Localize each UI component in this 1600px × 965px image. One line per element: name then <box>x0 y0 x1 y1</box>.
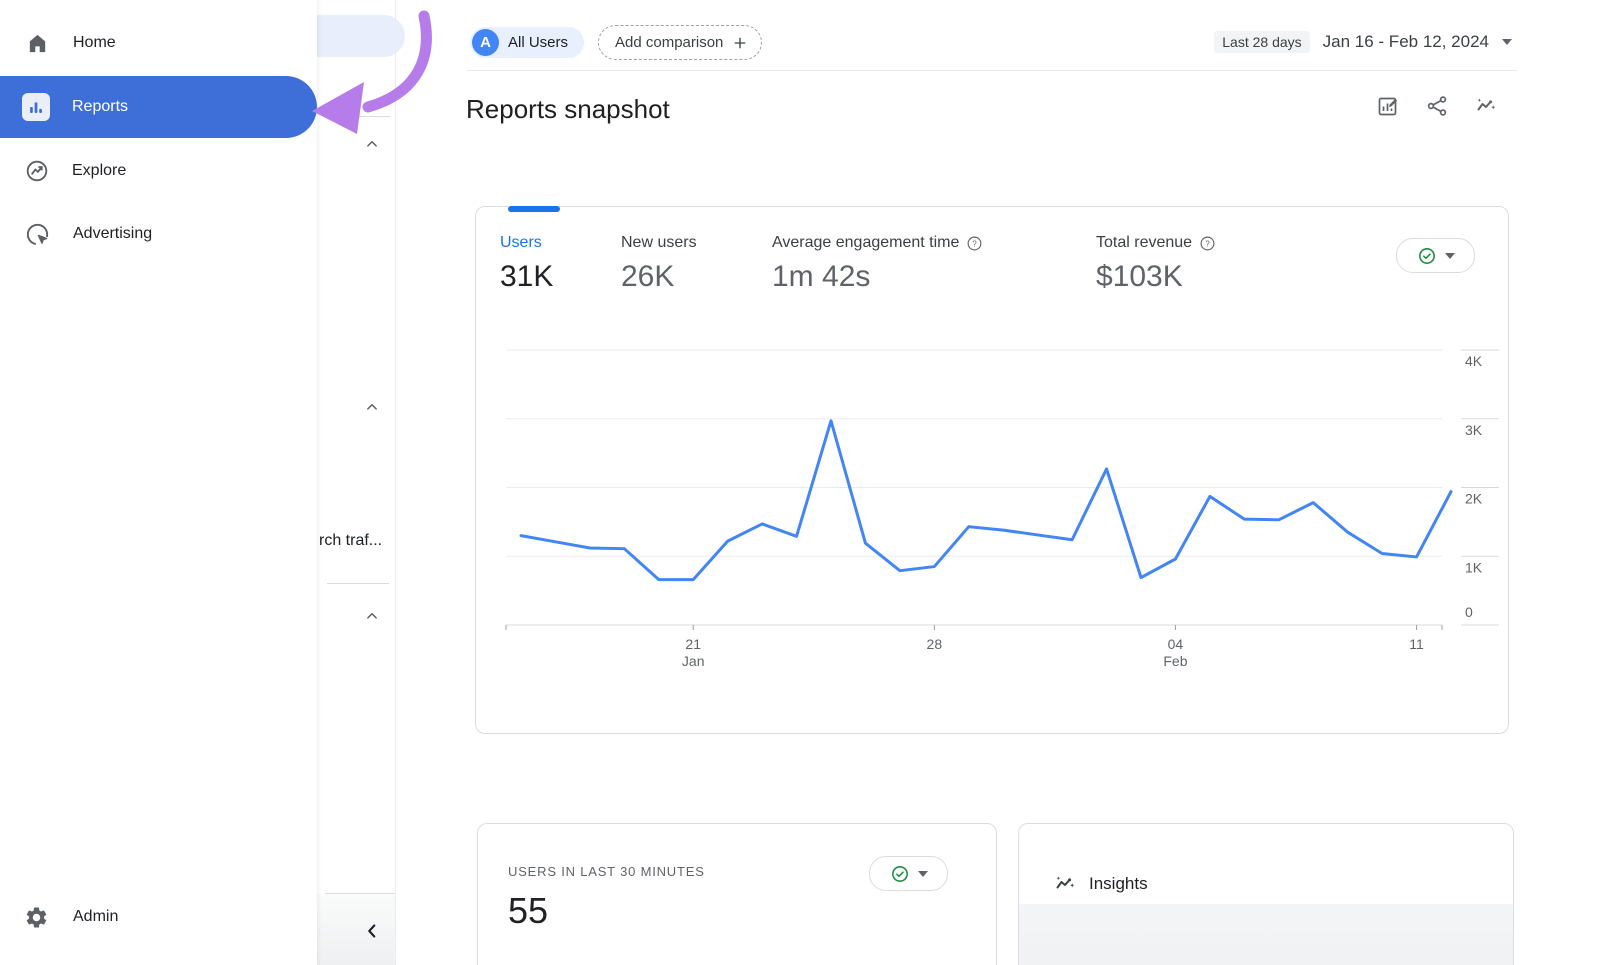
check-circle-icon <box>890 864 910 884</box>
insights-card: Insights <box>1018 823 1514 965</box>
divider <box>325 893 395 894</box>
customize-report-icon[interactable] <box>1376 94 1400 118</box>
truncated-nav-item[interactable]: rch traf... <box>319 532 382 550</box>
users-line-chart: 4K 3K 2K 1K 0 21Jan 28 04Feb 11 <box>497 333 1507 668</box>
sidebar-item-home[interactable]: Home <box>0 22 317 64</box>
strip-footer-area <box>317 894 395 965</box>
realtime-card: USERS IN LAST 30 MINUTES 55 <box>477 823 997 965</box>
overview-card: Users 31K New users 26K Average engageme… <box>475 206 1509 734</box>
metric-label: Users <box>500 234 542 252</box>
data-quality-dropdown[interactable] <box>1396 238 1475 273</box>
svg-text:04: 04 <box>1168 636 1184 652</box>
svg-text:Jan: Jan <box>682 653 705 668</box>
sidebar-item-reports[interactable]: Reports <box>0 76 317 138</box>
advertising-icon <box>24 221 51 248</box>
metric-tab-new-users[interactable]: New users 26K <box>621 234 697 294</box>
chevron-up-icon[interactable] <box>363 607 381 625</box>
audience-chip[interactable]: A All Users <box>470 27 584 58</box>
avatar: A <box>472 29 499 56</box>
report-nav-collapsed-strip: rch traf... <box>317 0 396 965</box>
sidebar-item-label: Admin <box>73 908 118 926</box>
svg-text:1K: 1K <box>1465 559 1483 575</box>
realtime-value: 55 <box>508 890 548 932</box>
date-preset-badge: Last 28 days <box>1214 31 1309 53</box>
share-icon[interactable] <box>1425 94 1449 118</box>
help-icon[interactable]: ? <box>966 235 983 252</box>
left-navigation: Home Reports Explore <box>0 0 317 965</box>
sidebar-item-label: Advertising <box>73 225 152 243</box>
selected-metric-indicator <box>508 206 560 212</box>
insights-title: Insights <box>1089 874 1148 894</box>
caret-down-icon <box>918 871 928 877</box>
divider <box>339 116 390 117</box>
date-range-label: Jan 16 - Feb 12, 2024 <box>1323 32 1489 52</box>
ga4-reports-page: A All Users Add comparison Last 28 days … <box>0 0 1600 965</box>
check-circle-icon <box>1417 246 1437 266</box>
metric-value: 31K <box>500 260 553 294</box>
sidebar-item-label: Explore <box>72 162 126 180</box>
date-range-selector[interactable]: Last 28 days Jan 16 - Feb 12, 2024 <box>1214 28 1512 56</box>
explore-icon <box>24 158 50 184</box>
report-actions <box>1376 94 1498 118</box>
main-content: A All Users Add comparison Last 28 days … <box>395 0 1600 965</box>
svg-text:?: ? <box>973 239 978 248</box>
metric-value: $103K <box>1096 260 1216 294</box>
help-icon[interactable]: ? <box>1199 235 1216 252</box>
svg-text:4K: 4K <box>1465 353 1483 369</box>
metric-tab-avg-engagement-time[interactable]: Average engagement time ? 1m 42s <box>772 234 983 294</box>
sidebar-item-label: Reports <box>72 98 128 116</box>
add-comparison-label: Add comparison <box>615 34 723 51</box>
metric-tab-total-revenue[interactable]: Total revenue ? $103K <box>1096 234 1216 294</box>
insights-placeholder <box>1019 904 1513 965</box>
plus-icon <box>731 34 749 52</box>
svg-text:?: ? <box>1205 239 1210 248</box>
metric-label: Total revenue <box>1096 234 1192 252</box>
add-comparison-button[interactable]: Add comparison <box>598 25 762 60</box>
svg-text:28: 28 <box>927 636 943 652</box>
sidebar-item-admin[interactable]: Admin <box>0 896 317 938</box>
divider <box>327 583 389 584</box>
caret-down-icon <box>1445 253 1455 259</box>
topbar-divider <box>466 70 1518 71</box>
chevron-up-icon[interactable] <box>363 398 381 416</box>
metric-label: Average engagement time <box>772 234 959 252</box>
insights-header: Insights <box>1019 824 1513 904</box>
data-quality-dropdown[interactable] <box>869 856 948 891</box>
metric-label: New users <box>621 234 697 252</box>
insights-icon <box>1053 872 1077 896</box>
svg-text:0: 0 <box>1465 604 1473 620</box>
metric-value: 1m 42s <box>772 260 983 294</box>
audience-chip-label: All Users <box>508 34 568 51</box>
svg-text:11: 11 <box>1409 636 1424 652</box>
insights-icon[interactable] <box>1474 94 1498 118</box>
metric-value: 26K <box>621 260 697 294</box>
realtime-title: USERS IN LAST 30 MINUTES <box>508 864 705 879</box>
bar-chart-icon <box>22 93 50 121</box>
svg-text:21: 21 <box>685 636 701 652</box>
gear-icon <box>24 905 49 930</box>
sidebar-item-explore[interactable]: Explore <box>0 150 317 192</box>
metric-tab-users[interactable]: Users 31K <box>500 234 553 294</box>
collapse-nav-chevron-left-icon[interactable] <box>361 920 383 942</box>
page-title: Reports snapshot <box>466 94 670 125</box>
sidebar-item-advertising[interactable]: Advertising <box>0 213 317 255</box>
search-bar-remnant[interactable] <box>313 15 405 57</box>
caret-down-icon <box>1502 39 1512 45</box>
svg-text:2K: 2K <box>1465 491 1483 507</box>
home-icon <box>26 32 49 55</box>
svg-text:Feb: Feb <box>1163 653 1187 668</box>
svg-text:3K: 3K <box>1465 422 1483 438</box>
sidebar-item-label: Home <box>73 34 116 52</box>
chevron-up-icon[interactable] <box>363 135 381 153</box>
